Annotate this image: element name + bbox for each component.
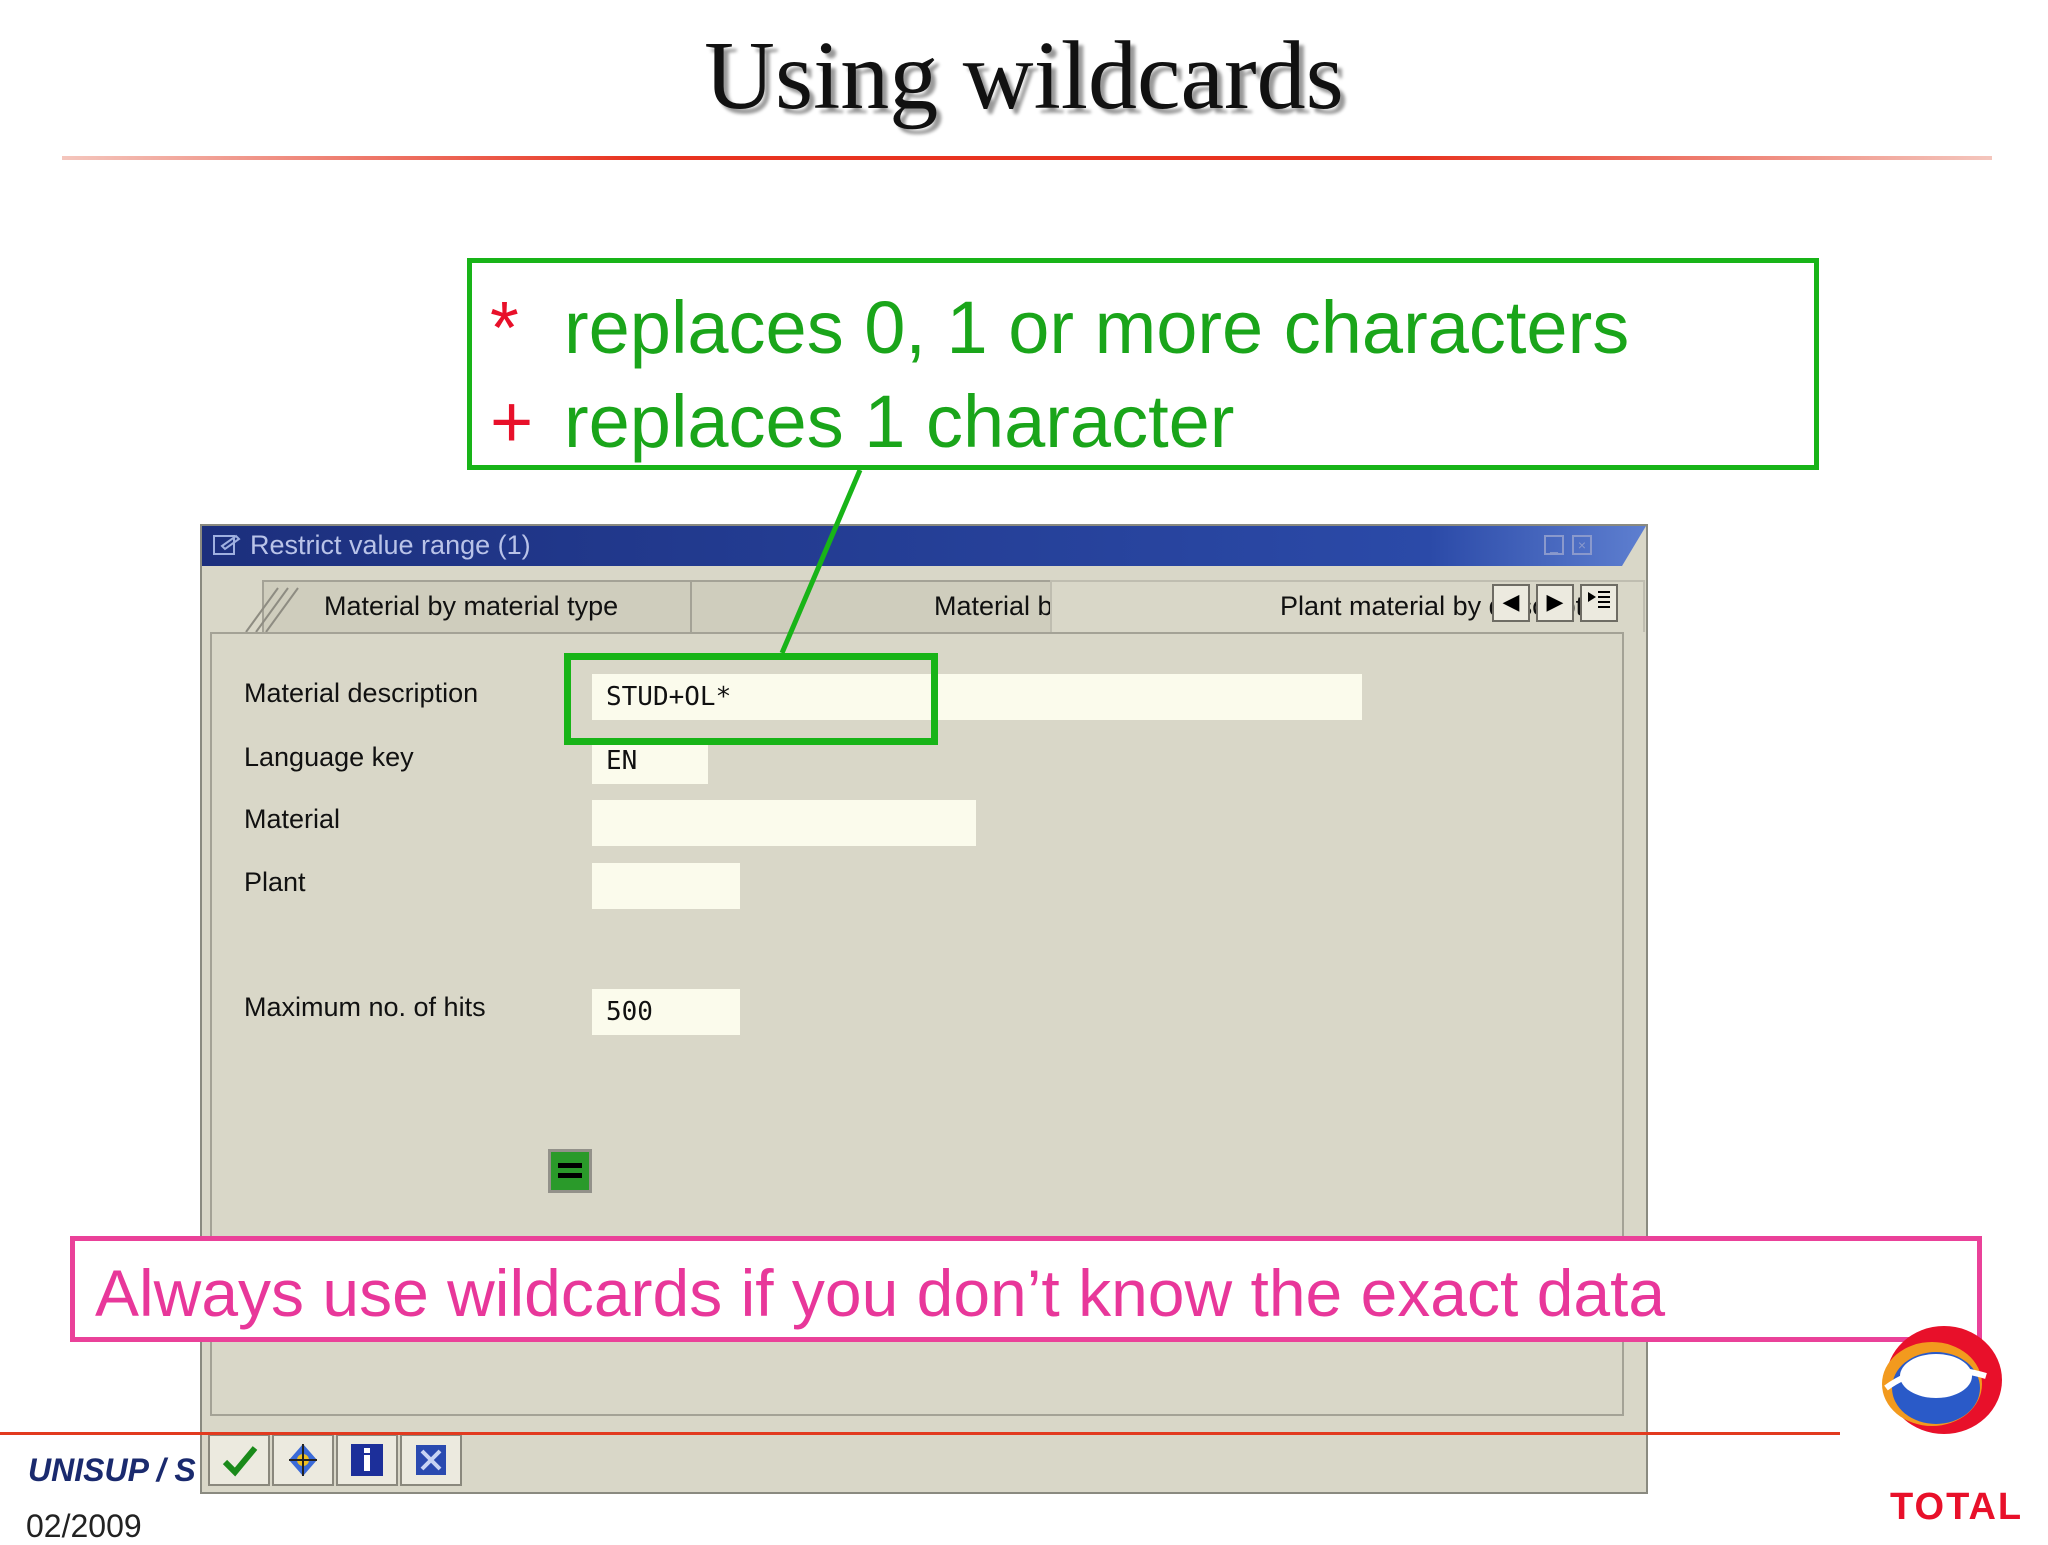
asterisk-description: replaces 0, 1 or more characters: [564, 286, 1630, 369]
callout-line-asterisk: * replaces 0, 1 or more characters: [490, 285, 1629, 370]
footer-organization: UNISUP / S: [28, 1452, 196, 1488]
footer-divider: [0, 1432, 1840, 1435]
tip-banner: Always use wildcards if you don’t know t…: [70, 1236, 1982, 1342]
input-highlight-box: [564, 653, 938, 745]
wildcard-callout: * replaces 0, 1 or more characters + repla…: [467, 258, 1819, 470]
total-logo-icon: [1882, 1326, 2002, 1434]
plus-description: replaces 1 character: [564, 380, 1235, 463]
footer-date: 02/2009: [26, 1508, 142, 1544]
callout-line-plus: + replaces 1 character: [490, 379, 1234, 464]
asterisk-symbol: *: [490, 286, 519, 369]
plus-symbol: +: [490, 380, 534, 463]
total-wordmark: TOTAL: [1890, 1486, 2024, 1528]
tip-text: Always use wildcards if you don’t know t…: [95, 1256, 1666, 1330]
